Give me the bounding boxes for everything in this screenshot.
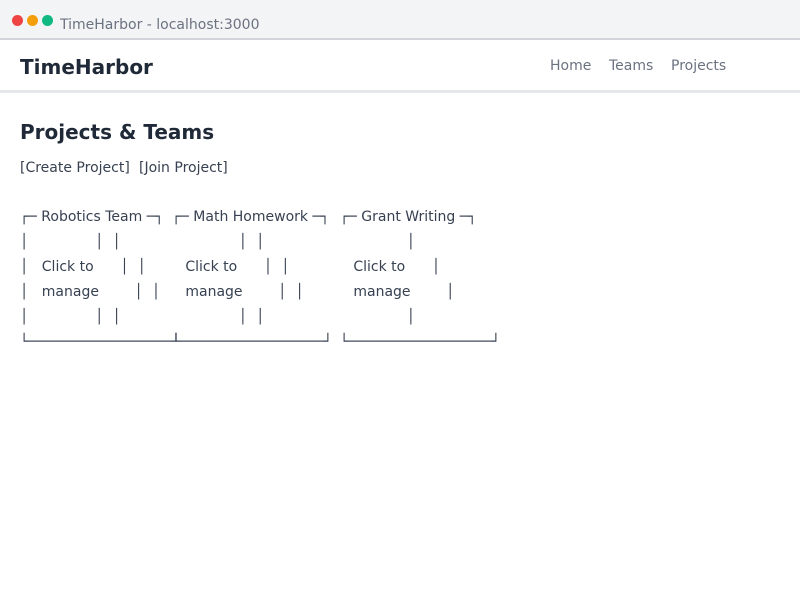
card-border-line: │ │ │ (20, 234, 121, 250)
project-card-grant-writing[interactable]: ┌─ Grant Writing ─┐ │ Click to │ manage … (340, 208, 516, 350)
nav-link-projects[interactable]: Projects (671, 58, 726, 74)
join-project-link[interactable]: [Join Project] (139, 160, 228, 176)
card-hint-line: manage │ │ (172, 284, 304, 300)
card-border-line: │ │ │ (20, 309, 121, 325)
card-hint-line: │ Click to │ │ (20, 259, 147, 275)
card-bottom-border: └─────────────────┘ (20, 334, 181, 350)
card-hint-line: Click to │ │ (172, 259, 290, 275)
card-title-line: ┌─ Robotics Team ─┐ (20, 209, 164, 225)
nav-link-home[interactable]: Home (550, 58, 591, 74)
card-hint-line: manage │ (340, 284, 455, 300)
window-title: TimeHarbor - localhost:3000 (60, 17, 260, 33)
page-title: Projects & Teams (20, 120, 215, 144)
browser-titlebar: TimeHarbor - localhost:3000 (0, 0, 800, 40)
card-hint-line: │ manage │ │ (20, 284, 161, 300)
project-card-robotics-team[interactable]: ┌─ Robotics Team ─┐ │ │ │ │ Click to │ │… (20, 208, 181, 350)
nav-link-teams[interactable]: Teams (609, 58, 653, 74)
card-title-line: ┌─ Math Homework ─┐ (172, 209, 330, 225)
card-hint-line: Click to │ (340, 259, 441, 275)
minimize-window-icon[interactable] (27, 15, 38, 26)
card-bottom-border: └─────────────────┘ (172, 334, 333, 350)
maximize-window-icon[interactable] (42, 15, 53, 26)
card-border-line: │ (340, 234, 416, 250)
card-title-line: ┌─ Grant Writing ─┐ (340, 209, 477, 225)
close-window-icon[interactable] (12, 15, 23, 26)
card-border-line: │ │ (172, 234, 265, 250)
card-bottom-border: └─────────────────┘ (340, 334, 501, 350)
top-navbar: TimeHarbor Home Teams Projects (0, 40, 800, 93)
brand-logo-text[interactable]: TimeHarbor (20, 55, 153, 79)
card-border-line: │ (340, 309, 416, 325)
project-card-math-homework[interactable]: ┌─ Math Homework ─┐ │ │ Click to │ │ man… (172, 208, 332, 350)
card-border-line: │ │ (172, 309, 265, 325)
create-project-link[interactable]: [Create Project] (20, 160, 130, 176)
